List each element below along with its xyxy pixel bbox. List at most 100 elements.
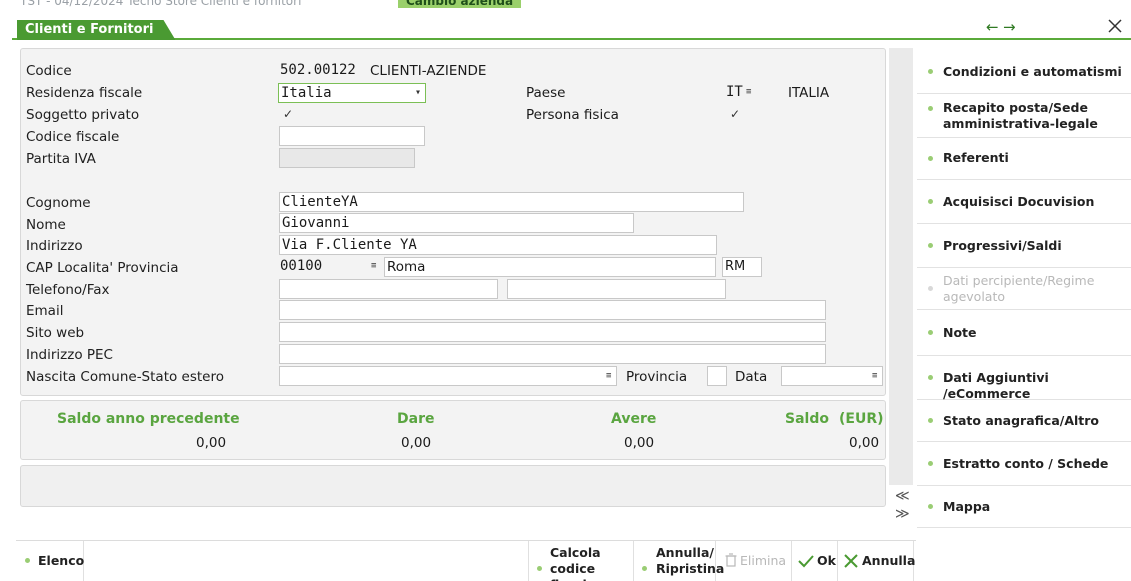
sidebar-item-label: Acquisisci Docuvision xyxy=(943,194,1095,209)
nome-label: Nome xyxy=(26,217,66,233)
sidebar-item-dati-aggiuntivi[interactable]: Dati Aggiuntivi /eCommerce xyxy=(917,356,1131,401)
cognome-label: Cognome xyxy=(26,195,91,211)
nascita-provincia-field[interactable] xyxy=(707,366,727,386)
elenco-label: Elenco xyxy=(38,553,85,568)
cancel-x-icon xyxy=(844,554,858,568)
sidebar-item-label: Estratto conto / Schede xyxy=(943,456,1109,471)
sito-web-label: Sito web xyxy=(26,325,85,341)
paese-code-field[interactable]: IT ≡ xyxy=(724,83,754,103)
persona-fisica-checkbox[interactable]: ✓ xyxy=(728,107,742,121)
paese-name: ITALIA xyxy=(788,85,830,101)
ok-button[interactable]: Ok xyxy=(792,541,838,581)
telefono-label: Telefono/Fax xyxy=(26,282,110,298)
pec-label: Indirizzo PEC xyxy=(26,347,113,363)
residenza-select[interactable]: Italia ▾ xyxy=(278,83,426,103)
cognome-field[interactable]: ClienteYA xyxy=(279,192,744,212)
scrollbar[interactable] xyxy=(889,48,913,485)
bottom-toolbar: Elenco Calcola codice fiscale Annulla/ R… xyxy=(16,540,916,581)
scroll-up-icon[interactable]: ≪ xyxy=(895,488,910,504)
codice-field[interactable]: 502.00122 xyxy=(278,61,368,81)
soggetto-privato-checkbox[interactable]: ✓ xyxy=(281,107,295,121)
codice-description: CLIENTI-AZIENDE xyxy=(370,63,487,79)
sidebar-item-label: Referenti xyxy=(943,150,1009,165)
calcola-codice-fiscale-button[interactable]: Calcola codice fiscale xyxy=(528,541,634,581)
company-tab[interactable]: Cambio azienda xyxy=(398,0,522,8)
codice-fiscale-field[interactable] xyxy=(279,126,425,146)
saldo-value: 0,00 xyxy=(849,435,880,451)
window-header: Clienti e Fornitori ← → xyxy=(12,18,1131,40)
email-label: Email xyxy=(26,303,64,319)
calcola-label-1: Calcola xyxy=(550,545,601,560)
persona-fisica-label: Persona fisica xyxy=(526,107,619,123)
calendar-icon[interactable]: ≡ xyxy=(872,367,877,385)
dare-value: 0,00 xyxy=(401,435,432,451)
lookup-icon[interactable]: ≡ xyxy=(746,83,751,101)
codice-fiscale-label: Codice fiscale xyxy=(26,129,120,145)
dropdown-caret-icon: ▾ xyxy=(414,87,421,98)
partita-iva-label: Partita IVA xyxy=(26,151,96,167)
back-arrow-icon[interactable]: ← xyxy=(986,18,999,36)
saldo-prec-value: 0,00 xyxy=(196,435,227,451)
breadcrumb: TST - 04/12/2024 Tecno Store Clienti e f… xyxy=(20,0,302,8)
sidebar-item-condizioni[interactable]: Condizioni e automatismi xyxy=(917,50,1131,94)
cap-localita-label: CAP Localita' Provincia xyxy=(26,260,179,276)
indirizzo-field[interactable]: Via F.Cliente YA xyxy=(279,235,717,255)
ok-label: Ok xyxy=(817,553,836,568)
sidebar-item-label: Stato anagrafica/Altro xyxy=(943,413,1100,428)
forward-arrow-icon[interactable]: → xyxy=(1003,18,1016,36)
check-icon xyxy=(798,555,814,568)
indirizzo-label: Indirizzo xyxy=(26,238,83,254)
bullet-icon xyxy=(928,199,933,204)
sidebar-item-referenti[interactable]: Referenti xyxy=(917,138,1131,180)
lookup-icon[interactable]: ≡ xyxy=(371,257,376,275)
lookup-icon[interactable]: ≡ xyxy=(606,367,611,385)
currency-label: (EUR) xyxy=(839,411,884,427)
paese-label: Paese xyxy=(526,85,566,101)
cap-field[interactable]: 00100 ≡ xyxy=(278,257,382,277)
sidebar-item-progressivi[interactable]: Progressivi/Saldi xyxy=(917,224,1131,268)
sidebar-item-label: Progressivi/Saldi xyxy=(943,238,1062,253)
bullet-icon xyxy=(928,106,933,111)
calcola-label-2: codice fiscale xyxy=(550,561,596,581)
pec-field[interactable] xyxy=(279,344,826,364)
bullet-icon xyxy=(928,156,933,161)
sidebar-item-docuvision[interactable]: Acquisisci Docuvision xyxy=(917,180,1131,224)
sidebar-item-label: Recapito posta/Sede amministrativa-legal… xyxy=(943,100,1098,131)
bullet-icon xyxy=(928,286,933,291)
notes-panel xyxy=(20,465,886,507)
elenco-button[interactable]: Elenco xyxy=(16,541,84,581)
sidebar-item-mappa[interactable]: Mappa xyxy=(917,486,1131,528)
close-icon[interactable] xyxy=(1107,18,1123,34)
sito-web-field[interactable] xyxy=(279,322,826,342)
avere-header: Avere xyxy=(611,411,657,427)
sidebar-item-recapito[interactable]: Recapito posta/Sede amministrativa-legal… xyxy=(917,94,1131,138)
sidebar-item-estratto-conto[interactable]: Estratto conto / Schede xyxy=(917,442,1131,486)
sidebar-item-stato[interactable]: Stato anagrafica/Altro xyxy=(917,400,1131,442)
partita-iva-field xyxy=(279,148,415,168)
nome-field[interactable]: Giovanni xyxy=(279,213,634,233)
residenza-label: Residenza fiscale xyxy=(26,85,143,101)
elimina-label: Elimina xyxy=(740,553,787,568)
sidebar-item-label: Condizioni e automatismi xyxy=(943,64,1122,79)
avere-value: 0,00 xyxy=(624,435,655,451)
annulla-button[interactable]: Annulla xyxy=(838,541,915,581)
bullet-icon xyxy=(928,330,933,335)
bullet-icon xyxy=(928,69,933,74)
bullet-icon xyxy=(928,243,933,248)
provincia-field[interactable]: RM xyxy=(722,257,762,277)
fax-field[interactable] xyxy=(507,279,726,299)
sidebar-item-percipiente: Dati percipiente/Regime agevolato xyxy=(917,268,1131,310)
bullet-icon xyxy=(928,418,933,423)
localita-field[interactable]: Roma xyxy=(384,257,716,277)
sidebar-item-label: Dati Aggiuntivi /eCommerce xyxy=(943,370,1049,401)
sidebar-item-label: Mappa xyxy=(943,499,991,514)
sidebar-item-note[interactable]: Note xyxy=(917,310,1131,356)
email-field[interactable] xyxy=(279,300,826,320)
annulla-ripristina-button[interactable]: Annulla/ Ripristina xyxy=(634,541,724,581)
bullet-icon xyxy=(928,375,933,380)
nascita-field[interactable]: ≡ xyxy=(279,366,617,386)
data-field[interactable]: ≡ xyxy=(781,366,883,386)
telefono-field[interactable] xyxy=(279,279,498,299)
scroll-down-icon[interactable]: ≫ xyxy=(895,506,910,522)
saldo-prec-header: Saldo anno precedente xyxy=(57,411,240,427)
